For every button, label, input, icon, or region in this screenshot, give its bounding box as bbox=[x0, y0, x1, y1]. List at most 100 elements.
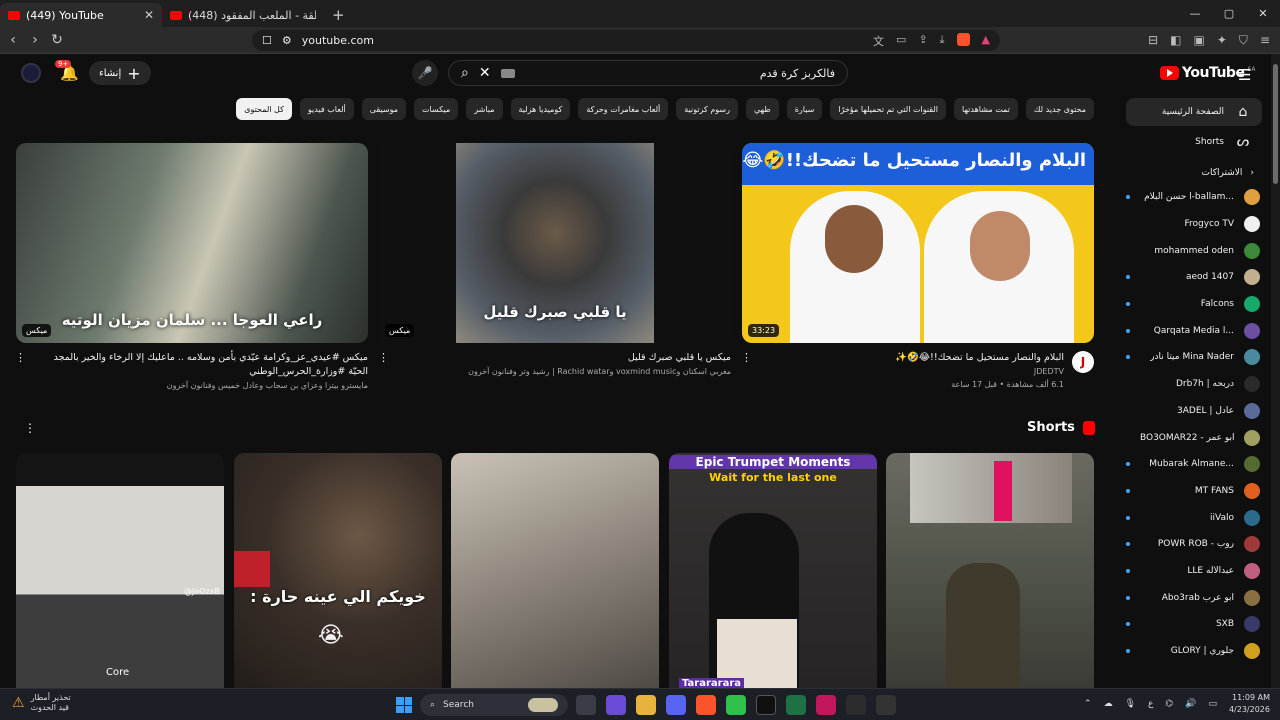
chip[interactable]: محتوى جديد لك bbox=[1025, 98, 1094, 120]
steam-icon[interactable] bbox=[756, 695, 776, 715]
translate-icon[interactable]: 文 bbox=[873, 33, 884, 49]
video-thumbnail[interactable]: راعي العوجا ... سلمان مزيان الوتيه ميكس bbox=[16, 143, 368, 343]
weather-widget[interactable]: ⚠ تحذير أمطار قيد الحدوث bbox=[12, 693, 71, 713]
sidebar-item-home[interactable]: الصفحة الرئيسية ⌂ bbox=[1126, 98, 1262, 126]
search-icon[interactable]: ⌕ bbox=[461, 65, 469, 81]
sidebar-subscription[interactable]: SXB bbox=[1118, 611, 1270, 638]
sidebar-subscription[interactable]: Qarqata Media l... bbox=[1118, 317, 1270, 344]
sidebar-subscription[interactable]: BO3OMAR22 - أبو عمر bbox=[1118, 424, 1270, 451]
video-card[interactable]: البلام والنصار مستحيل ما تضحك!!🤣😂 33:23 … bbox=[741, 143, 1094, 391]
cast-icon[interactable]: ▭ bbox=[896, 33, 906, 49]
video-title[interactable]: البلام والنصار مستحيل ما تضحك!!😂🤣✨ bbox=[760, 351, 1064, 365]
search-input[interactable]: فالكربز كرة قدم bbox=[760, 67, 835, 80]
sidebar-subscription[interactable]: Drb7h | دربحه bbox=[1118, 371, 1270, 398]
discord-icon[interactable] bbox=[666, 695, 686, 715]
menu-icon[interactable]: ≡ bbox=[1260, 33, 1270, 48]
account-avatar[interactable] bbox=[21, 63, 41, 83]
bookmark-icon[interactable]: ☐ bbox=[262, 34, 272, 47]
copilot-icon[interactable] bbox=[606, 695, 626, 715]
chip[interactable]: كوميديا هزلية bbox=[510, 98, 571, 120]
share-icon[interactable]: ⇪ bbox=[918, 33, 927, 49]
language-indicator[interactable]: ع bbox=[1148, 699, 1153, 709]
battery-icon[interactable]: ▭ bbox=[1208, 699, 1217, 709]
sidebar-subscription[interactable]: Mubarak Almane... bbox=[1118, 451, 1270, 478]
search-box[interactable]: ⌕ ✕ فالكربز كرة قدم bbox=[448, 60, 848, 86]
sidebar-icon[interactable]: ◧ bbox=[1170, 33, 1181, 48]
chip[interactable]: موسيقى bbox=[361, 98, 406, 120]
sidebar-subscription[interactable]: Abo3rab أبو عرب bbox=[1118, 584, 1270, 611]
back-icon[interactable]: ‹ bbox=[2, 32, 24, 48]
sidebar-subscription[interactable]: 3ADEL | عادل bbox=[1118, 398, 1270, 425]
sidebar-subscription[interactable]: Frogyco TV bbox=[1118, 211, 1270, 238]
vpn-icon[interactable]: ⛉ bbox=[1239, 33, 1248, 48]
page-scrollbar[interactable] bbox=[1271, 54, 1280, 688]
chip[interactable]: طهي bbox=[745, 98, 779, 120]
reader-icon[interactable]: ⊟ bbox=[1148, 33, 1158, 48]
forward-icon[interactable]: › bbox=[24, 32, 46, 48]
video-card[interactable]: راعي العوجا ... سلمان مزيان الوتيه ميكس … bbox=[15, 143, 368, 392]
sidebar-subscription[interactable]: LLE عبدالاله bbox=[1118, 558, 1270, 585]
play-app-icon[interactable] bbox=[726, 695, 746, 715]
chip[interactable]: سيارة bbox=[786, 98, 823, 120]
leo-icon[interactable]: ✦ bbox=[1217, 33, 1227, 48]
keyboard-icon[interactable] bbox=[500, 68, 515, 78]
chip[interactable]: ميكسات bbox=[414, 98, 459, 120]
app-a-icon[interactable] bbox=[816, 695, 836, 715]
tab-youtube[interactable]: (449) YouTube ✕ bbox=[0, 3, 162, 27]
sidebar-subscription[interactable]: mohammed oden bbox=[1118, 237, 1270, 264]
maximize-icon[interactable]: ▢ bbox=[1212, 0, 1246, 27]
sidebar-item-shorts[interactable]: Shorts ᔕ bbox=[1126, 128, 1262, 156]
chip[interactable]: تمت مشاهدتها bbox=[954, 98, 1018, 120]
chip[interactable]: ألعاب فيديو bbox=[299, 98, 354, 120]
close-window-icon[interactable]: ✕ bbox=[1246, 0, 1280, 27]
tab-clarence[interactable]: (448) كلارنس | حلقة - الملعب المفقود bbox=[162, 3, 324, 27]
chip-all[interactable]: كل المحتوى bbox=[236, 98, 292, 120]
brave-icon[interactable] bbox=[696, 695, 716, 715]
sidebar-subscription[interactable]: ميتا نادر Mina Nader bbox=[1118, 344, 1270, 371]
download-icon[interactable]: ⤓ bbox=[940, 33, 945, 49]
chevron-up-icon[interactable]: ⌃ bbox=[1084, 699, 1092, 709]
video-thumbnail[interactable]: يا قلبي صبرك قليل ميكس bbox=[379, 143, 731, 343]
chip[interactable]: رسوم كرتونية bbox=[676, 98, 738, 120]
sidebar-subscription[interactable]: Falcons bbox=[1118, 291, 1270, 318]
site-info-icon[interactable]: ⚙ bbox=[282, 34, 292, 47]
channel-avatar[interactable]: J bbox=[1072, 351, 1094, 373]
guide-menu-icon[interactable]: ☰ bbox=[1238, 66, 1251, 84]
scrollbar-thumb[interactable] bbox=[1273, 64, 1278, 184]
volume-icon[interactable]: 🔊 bbox=[1185, 699, 1196, 709]
chip[interactable]: مباشر bbox=[466, 98, 503, 120]
url-bar[interactable]: ☐ ⚙ youtube.com 文 ▭ ⇪ ⤓ ▲ bbox=[252, 30, 1000, 51]
capcut-icon[interactable] bbox=[846, 695, 866, 715]
brave-shields-icon[interactable] bbox=[956, 32, 970, 46]
sidebar-subscription[interactable]: MT FANS bbox=[1118, 478, 1270, 505]
mic-tray-icon[interactable]: 🎙 bbox=[1125, 699, 1136, 709]
clear-search-icon[interactable]: ✕ bbox=[479, 65, 491, 81]
channel-name[interactable]: JDEDTV bbox=[760, 365, 1064, 378]
taskbar-search[interactable]: ⌕ Search bbox=[420, 694, 568, 716]
sidebar-subscription[interactable]: aeod 1407 bbox=[1118, 264, 1270, 291]
clock[interactable]: 11:09 AM 4/23/2026 bbox=[1229, 692, 1270, 716]
wallet-icon[interactable]: ▣ bbox=[1194, 33, 1205, 48]
short-card[interactable] bbox=[451, 453, 659, 689]
short-card[interactable]: @JoOzxB Core bbox=[16, 453, 224, 689]
video-card[interactable]: يا قلبي صبرك قليل ميكس ميكس يا قلبي صبرك… bbox=[378, 143, 731, 378]
chip[interactable]: القنوات التي تم تحميلها مؤخرًا bbox=[830, 98, 947, 120]
sidebar-subscription[interactable]: GLORY | جلوري bbox=[1118, 638, 1270, 665]
subscriptions-header[interactable]: الاشتراكات › bbox=[1118, 156, 1270, 184]
chip[interactable]: ألعاب مغامرات وحركة bbox=[578, 98, 669, 120]
close-tab-icon[interactable]: ✕ bbox=[144, 8, 154, 22]
more-actions-icon[interactable]: ⋮ bbox=[15, 351, 26, 392]
short-card[interactable]: Epic Trumpet Moments Wait for the last o… bbox=[669, 453, 877, 689]
app-g-icon[interactable] bbox=[876, 695, 896, 715]
new-tab-button[interactable]: + bbox=[324, 3, 353, 27]
voice-search-icon[interactable]: 🎤 bbox=[412, 60, 438, 86]
minimize-icon[interactable]: — bbox=[1178, 0, 1212, 27]
more-actions-icon[interactable]: ⋮ bbox=[378, 351, 389, 378]
create-button[interactable]: إنشاء + bbox=[89, 61, 151, 85]
sidebar-subscription[interactable]: حسن البلام l-ballam... bbox=[1118, 184, 1270, 211]
network-icon[interactable]: ⌬ bbox=[1165, 699, 1173, 709]
channel-name[interactable]: مايسترو بيتزا وعزاي بن سحاب وعادل خميس و… bbox=[34, 379, 368, 392]
channel-name[interactable]: مغربي اسكتان وvoxmind music وRachid wata… bbox=[397, 365, 731, 378]
video-title[interactable]: ميكس #عيدي_عز_وكرامة عيّدي بأمن وسلامه .… bbox=[34, 351, 368, 379]
windows-start-icon[interactable] bbox=[396, 697, 412, 713]
